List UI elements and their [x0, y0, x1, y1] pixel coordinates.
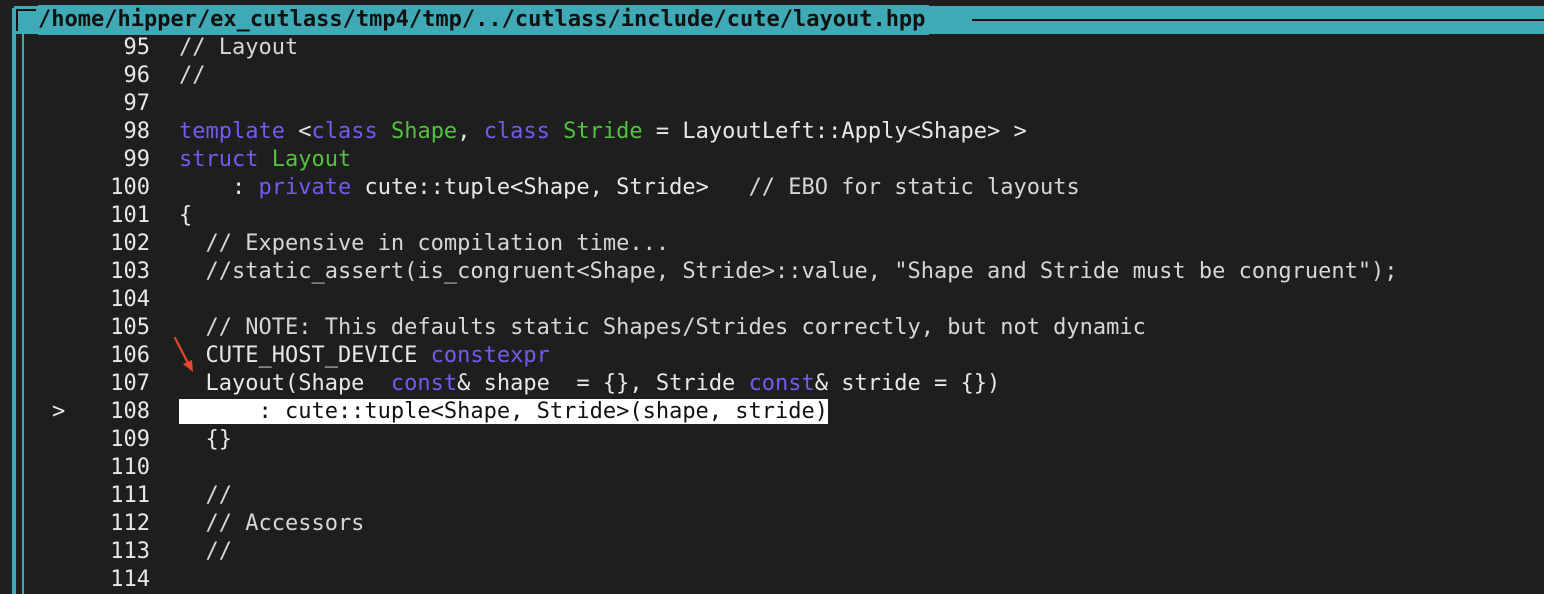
source-line[interactable]: 106 CUTE_HOST_DEVICE constexpr	[0, 342, 1544, 370]
current-line-marker: >	[52, 398, 66, 426]
line-code: struct Layout	[179, 146, 351, 174]
type-token: Stride	[563, 119, 642, 144]
line-code: : private cute::tuple<Shape, Stride> // …	[179, 174, 1080, 202]
keyword-token: constexpr	[431, 343, 550, 368]
line-number: 101	[100, 202, 150, 230]
source-line[interactable]: 112 // Accessors	[0, 510, 1544, 538]
source-line[interactable]: 111 //	[0, 482, 1544, 510]
comment-token: // Expensive in compilation time...	[179, 231, 669, 256]
code-token	[550, 119, 563, 144]
title-rule	[972, 19, 1544, 21]
source-line[interactable]: 110	[0, 454, 1544, 482]
source-line[interactable]: 107 Layout(Shape const& shape = {}, Stri…	[0, 370, 1544, 398]
source-line[interactable]: 95 // Layout	[0, 34, 1544, 62]
comment-token: // EBO for static layouts	[749, 175, 1080, 200]
code-token: & shape = {}, Stride	[457, 371, 748, 396]
line-number: 96	[100, 62, 150, 90]
keyword-token: template	[179, 119, 285, 144]
line-number: 104	[100, 286, 150, 314]
line-number: 106	[100, 342, 150, 370]
line-number: 107	[100, 370, 150, 398]
source-line[interactable]: 103 //static_assert(is_congruent<Shape, …	[0, 258, 1544, 286]
line-number: 112	[100, 510, 150, 538]
comment-token: // Accessors	[179, 511, 364, 536]
comment-token: //	[179, 483, 232, 508]
line-code: // Expensive in compilation time...	[179, 230, 669, 258]
keyword-token: private	[258, 175, 351, 200]
line-number: 98	[100, 118, 150, 146]
line-code: {}	[179, 426, 232, 454]
keyword-token: class	[484, 119, 550, 144]
title-corner	[16, 9, 36, 31]
current-source-line[interactable]: >108 : cute::tuple<Shape, Stride>(shape,…	[0, 398, 1544, 426]
source-line[interactable]: 97	[0, 90, 1544, 118]
type-token: Shape	[391, 119, 457, 144]
code-token	[378, 119, 391, 144]
line-number: 111	[100, 482, 150, 510]
line-code: {	[179, 202, 192, 230]
code-token: :	[179, 175, 258, 200]
line-number: 102	[100, 230, 150, 258]
code-token: {	[179, 203, 192, 228]
line-number: 110	[100, 454, 150, 482]
line-number: 100	[100, 174, 150, 202]
source-line[interactable]: 102 // Expensive in compilation time...	[0, 230, 1544, 258]
line-number: 114	[100, 566, 150, 594]
line-number: 108	[100, 398, 150, 426]
source-line[interactable]: 101 {	[0, 202, 1544, 230]
comment-token: // NOTE: This defaults static Shapes/Str…	[179, 315, 1146, 340]
keyword-token: struct	[179, 147, 258, 172]
line-number: 109	[100, 426, 150, 454]
line-number: 97	[100, 90, 150, 118]
line-code: : cute::tuple<Shape, Stride>(shape, stri…	[179, 398, 828, 426]
type-token: Layout	[272, 147, 351, 172]
line-code: //	[179, 482, 232, 510]
code-token: & stride = {})	[815, 371, 1000, 396]
code-token: <	[285, 119, 312, 144]
line-code: //	[179, 62, 206, 90]
code-token	[258, 147, 271, 172]
line-code: Layout(Shape const& shape = {}, Stride c…	[179, 370, 1000, 398]
code-token: CUTE_HOST_DEVICE	[179, 343, 431, 368]
source-line[interactable]: 100 : private cute::tuple<Shape, Stride>…	[0, 174, 1544, 202]
line-code: // Accessors	[179, 510, 364, 538]
line-number: 103	[100, 258, 150, 286]
red-arrow-icon	[172, 336, 196, 374]
line-number: 99	[100, 146, 150, 174]
line-code: //static_assert(is_congruent<Shape, Stri…	[179, 258, 1398, 286]
source-line[interactable]: 114	[0, 566, 1544, 594]
line-code: // Layout	[179, 34, 298, 62]
keyword-token: const	[391, 371, 457, 396]
code-token: {}	[179, 427, 232, 452]
keyword-token: const	[749, 371, 815, 396]
line-number: 95	[100, 34, 150, 62]
source-line[interactable]: 96 //	[0, 62, 1544, 90]
file-path-title: /home/hipper/ex_cutlass/tmp4/tmp/../cutl…	[38, 5, 929, 35]
keyword-token: class	[311, 119, 377, 144]
highlighted-code: : cute::tuple<Shape, Stride>(shape, stri…	[179, 399, 828, 424]
source-code-view[interactable]: 95// Layout96//9798template <class Shape…	[0, 34, 1544, 594]
line-code: // NOTE: This defaults static Shapes/Str…	[179, 314, 1146, 342]
line-code: template <class Shape, class Stride = La…	[179, 118, 1027, 146]
comment-token: //static_assert(is_congruent<Shape, Stri…	[179, 259, 1398, 284]
source-line[interactable]: 105 // NOTE: This defaults static Shapes…	[0, 314, 1544, 342]
code-token: cute::tuple<Shape, Stride>	[351, 175, 748, 200]
source-line[interactable]: 113 //	[0, 538, 1544, 566]
line-code: CUTE_HOST_DEVICE constexpr	[179, 342, 550, 370]
terminal-window: /home/hipper/ex_cutlass/tmp4/tmp/../cutl…	[0, 0, 1544, 594]
code-token: ,	[457, 119, 484, 144]
line-number: 113	[100, 538, 150, 566]
comment-token: // Layout	[179, 35, 298, 60]
source-line[interactable]: 109 {}	[0, 426, 1544, 454]
source-line[interactable]: 99 struct Layout	[0, 146, 1544, 174]
source-line[interactable]: 98template <class Shape, class Stride = …	[0, 118, 1544, 146]
line-number: 105	[100, 314, 150, 342]
code-token: Layout(Shape	[179, 371, 391, 396]
code-token: = LayoutLeft::Apply<Shape> >	[643, 119, 1027, 144]
comment-token: //	[179, 63, 206, 88]
line-code: //	[179, 538, 232, 566]
comment-token: //	[179, 539, 232, 564]
source-line[interactable]: 104	[0, 286, 1544, 314]
